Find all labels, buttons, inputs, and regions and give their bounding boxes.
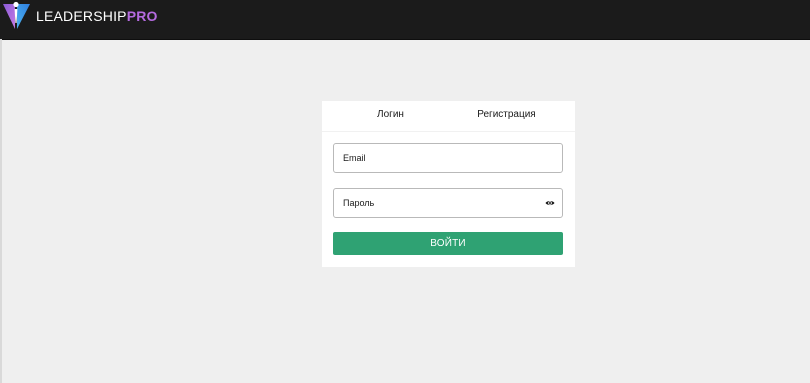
page-left-edge <box>0 39 2 383</box>
tab-register[interactable]: Регистрация <box>448 101 565 131</box>
eye-icon[interactable] <box>545 198 555 208</box>
brand-name-main: LEADERSHIP <box>36 8 127 24</box>
email-field <box>333 143 563 173</box>
email-input[interactable] <box>343 144 533 172</box>
login-submit-button[interactable]: ВОЙТИ <box>333 232 563 255</box>
leadershippro-logo-icon <box>3 1 30 29</box>
tabs-divider <box>322 131 575 132</box>
password-field <box>333 188 563 218</box>
tab-login[interactable]: Логин <box>333 101 448 132</box>
top-navbar: LEADERSHIPPRO <box>0 0 810 40</box>
auth-tabs: Логин Регистрация <box>333 101 565 132</box>
login-card: Логин Регистрация ВОЙТИ <box>322 101 575 267</box>
brand-name: LEADERSHIPPRO <box>36 8 158 24</box>
brand-logo[interactable]: LEADERSHIPPRO <box>2 1 158 31</box>
brand-name-accent: PRO <box>126 8 158 24</box>
password-input[interactable] <box>343 189 533 217</box>
